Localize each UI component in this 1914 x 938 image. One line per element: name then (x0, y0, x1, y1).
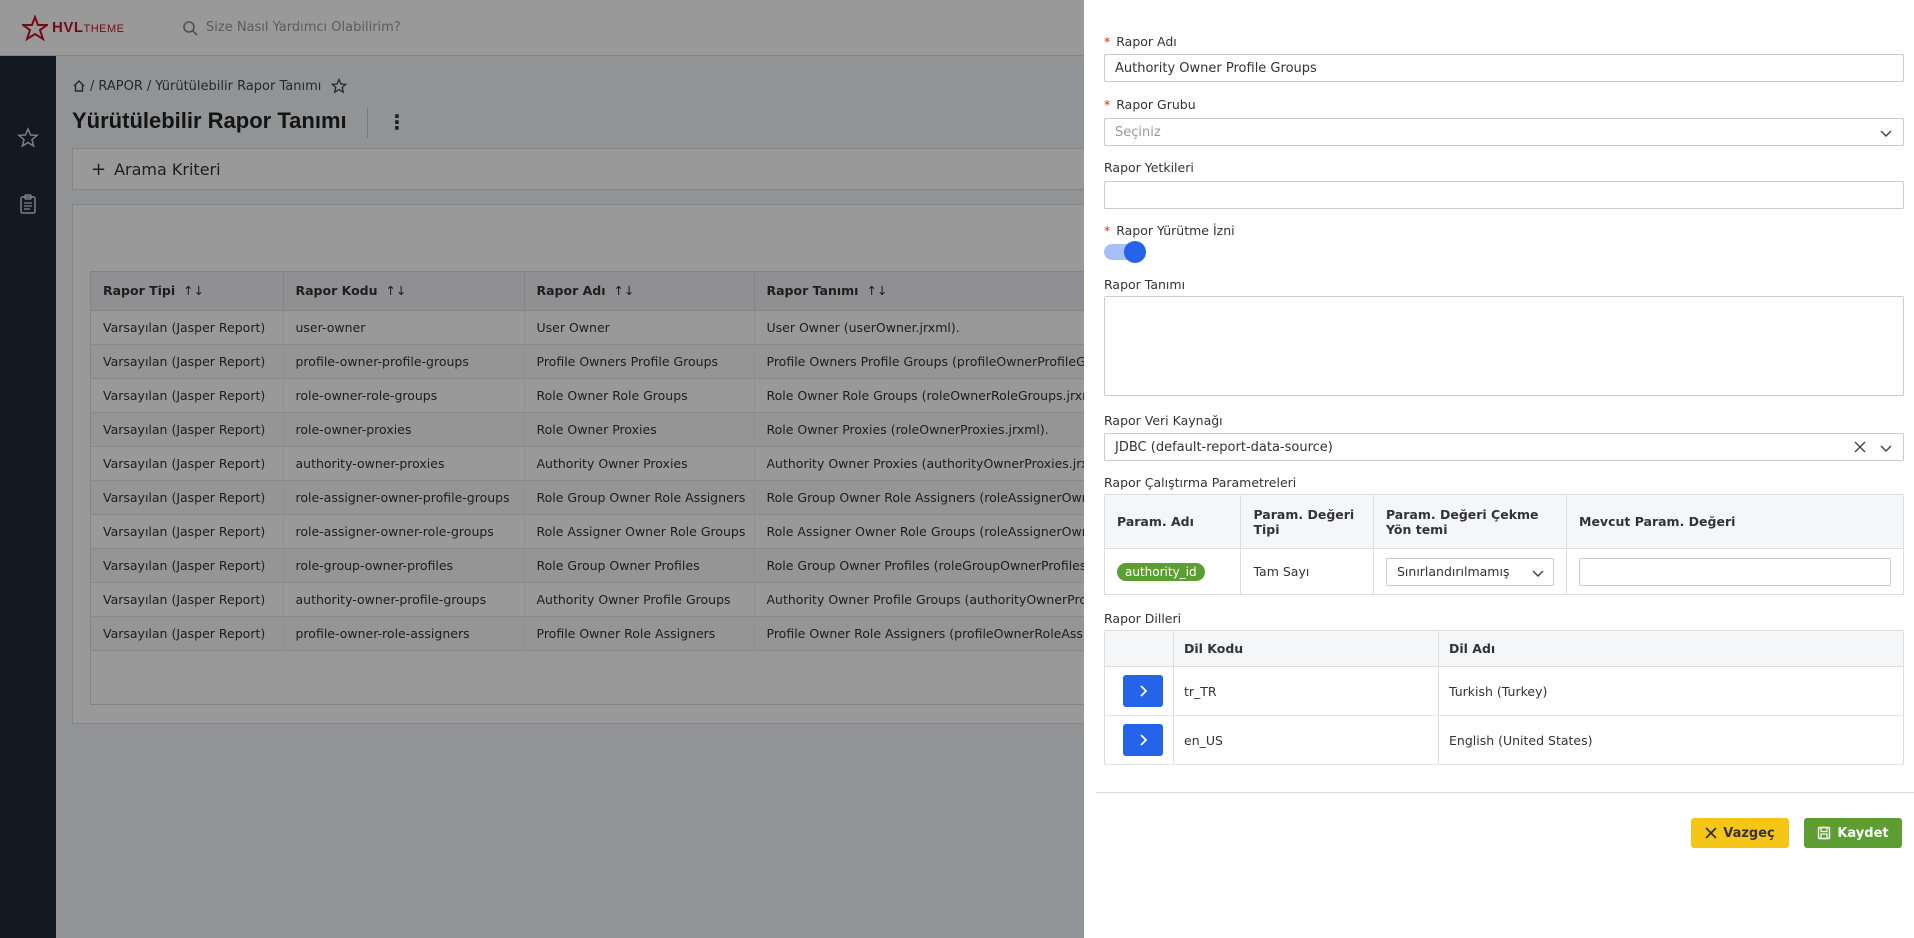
chevron-right-icon (1140, 685, 1148, 697)
column-header: Mevcut Param. Değeri (1566, 494, 1904, 549)
column-header: Param. Değeri Tipi (1240, 494, 1374, 549)
rapor-yetkileri-label: Rapor Yetkileri (1104, 160, 1194, 175)
yurutme-izni-toggle[interactable] (1104, 241, 1146, 263)
param-method-value: Sınırlandırılmamış (1396, 564, 1510, 579)
save-button[interactable]: Kaydet (1804, 818, 1902, 848)
clear-icon[interactable] (1853, 440, 1867, 454)
save-icon (1818, 826, 1831, 840)
rapor-grubu-select[interactable]: Seçiniz (1104, 118, 1904, 146)
toggle-knob (1124, 241, 1146, 263)
veri-kaynagi-label: Rapor Veri Kaynağı (1104, 413, 1223, 428)
column-header: Param. Adı (1104, 494, 1242, 549)
veri-kaynagi-select[interactable]: JDBC (default-report-data-source) (1104, 433, 1904, 461)
footer-divider (1096, 792, 1914, 793)
parametreler-label: Rapor Çalıştırma Parametreleri (1104, 475, 1297, 490)
lang-code: en_US (1173, 715, 1439, 765)
column-header: Dil Kodu (1173, 630, 1439, 667)
chevron-down-icon (1532, 569, 1544, 577)
expand-row-button[interactable] (1123, 675, 1163, 707)
table-row: tr_TR Turkish (Turkey) (1104, 666, 1904, 716)
veri-kaynagi-value: JDBC (default-report-data-source) (1115, 439, 1333, 455)
chevron-right-icon (1140, 734, 1148, 746)
diller-label: Rapor Dilleri (1104, 611, 1182, 626)
column-header (1104, 630, 1174, 667)
param-method-select[interactable]: Sınırlandırılmamış (1385, 557, 1554, 586)
table-row: en_US English (United States) (1104, 715, 1904, 765)
rapor-tanimi-textarea[interactable] (1104, 296, 1904, 396)
column-header: Dil Adı (1438, 630, 1904, 667)
report-form-drawer: * Rapor Adı Authority Owner Profile Group… (1084, 0, 1914, 938)
yurutme-izni-label: * Rapor Yürütme İzni (1104, 223, 1235, 238)
expand-row-button[interactable] (1123, 724, 1163, 756)
lang-name: English (United States) (1438, 715, 1904, 765)
chevron-down-icon (1880, 130, 1892, 138)
rapor-adi-label: * Rapor Adı (1104, 34, 1177, 49)
rapor-grubu-placeholder: Seçiniz (1115, 124, 1161, 140)
param-type: Tam Sayı (1240, 548, 1374, 595)
languages-table: Dil Kodu Dil Adı tr_TR Turkish (Turkey) … (1104, 630, 1904, 765)
modal-overlay[interactable] (0, 0, 1084, 938)
parameters-table: Param. Adı Param. Değeri Tipi Param. Değ… (1104, 494, 1904, 595)
lang-name: Turkish (Turkey) (1438, 666, 1904, 716)
rapor-grubu-label: * Rapor Grubu (1104, 97, 1196, 112)
lang-code: tr_TR (1173, 666, 1439, 716)
chevron-down-icon (1880, 445, 1892, 453)
rapor-tanimi-label: Rapor Tanımı (1104, 277, 1186, 292)
rapor-adi-input[interactable]: Authority Owner Profile Groups (1104, 54, 1904, 82)
param-name-badge: authority_id (1117, 562, 1205, 581)
close-icon (1705, 827, 1717, 839)
column-header: Param. Değeri Çekme Yön temi (1373, 494, 1568, 549)
cancel-button[interactable]: Vazgeç (1691, 818, 1789, 848)
param-value-input[interactable] (1579, 557, 1891, 586)
rapor-yetkileri-input[interactable] (1104, 181, 1904, 209)
table-row: authority_id Tam Sayı Sınırlandırılmamış (1104, 548, 1904, 595)
